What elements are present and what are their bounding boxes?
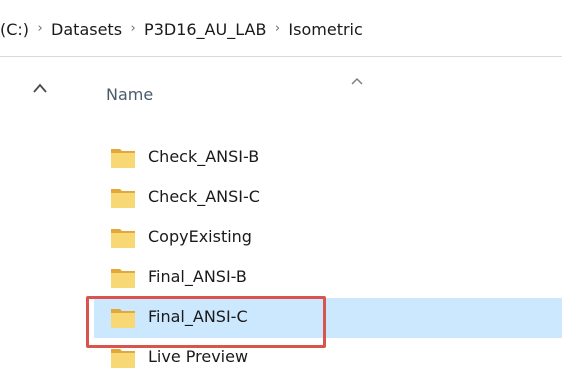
breadcrumb-separator-icon[interactable]: › <box>266 21 288 36</box>
folder-icon <box>111 229 135 248</box>
list-item-copyexisting[interactable]: CopyExisting <box>94 218 562 258</box>
folder-icon <box>111 189 135 208</box>
file-list: Check_ANSI-B Check_ANSI-C CopyExisting F… <box>94 138 562 378</box>
breadcrumb-separator-icon[interactable]: › <box>29 21 51 36</box>
list-item-check-ansi-b[interactable]: Check_ANSI-B <box>94 138 562 178</box>
breadcrumb-separator-icon[interactable]: › <box>122 21 144 36</box>
list-item-label: Final_ANSI-B <box>148 267 247 286</box>
scroll-up-arrow-icon[interactable] <box>32 82 48 94</box>
address-bar[interactable]: (C:) › Datasets › P3D16_AU_LAB › Isometr… <box>0 0 562 57</box>
list-item-label: CopyExisting <box>148 227 252 246</box>
list-item-label: Final_ANSI-C <box>148 307 248 326</box>
folder-icon <box>111 349 135 368</box>
list-item-label: Live Preview <box>148 347 249 366</box>
breadcrumb-datasets[interactable]: Datasets <box>51 20 122 39</box>
breadcrumb-p3d16-au-lab[interactable]: P3D16_AU_LAB <box>144 20 266 39</box>
list-item-final-ansi-c[interactable]: Final_ANSI-C <box>94 298 562 338</box>
breadcrumb: (C:) › Datasets › P3D16_AU_LAB › Isometr… <box>0 16 363 42</box>
list-item-final-ansi-b[interactable]: Final_ANSI-B <box>94 258 562 298</box>
folder-icon <box>111 309 135 328</box>
column-header-row[interactable]: Name <box>94 76 562 116</box>
folder-icon <box>111 149 135 168</box>
list-item-label: Check_ANSI-B <box>148 147 260 166</box>
list-item-check-ansi-c[interactable]: Check_ANSI-C <box>94 178 562 218</box>
name-column-header[interactable]: Name <box>106 85 153 104</box>
list-item-live-preview[interactable]: Live Preview <box>94 338 562 378</box>
breadcrumb-isometric[interactable]: Isometric <box>288 20 362 39</box>
folder-icon <box>111 269 135 288</box>
breadcrumb-drive[interactable]: (C:) <box>0 20 29 39</box>
sort-ascending-caret-icon <box>351 78 363 85</box>
list-item-label: Check_ANSI-C <box>148 187 260 206</box>
